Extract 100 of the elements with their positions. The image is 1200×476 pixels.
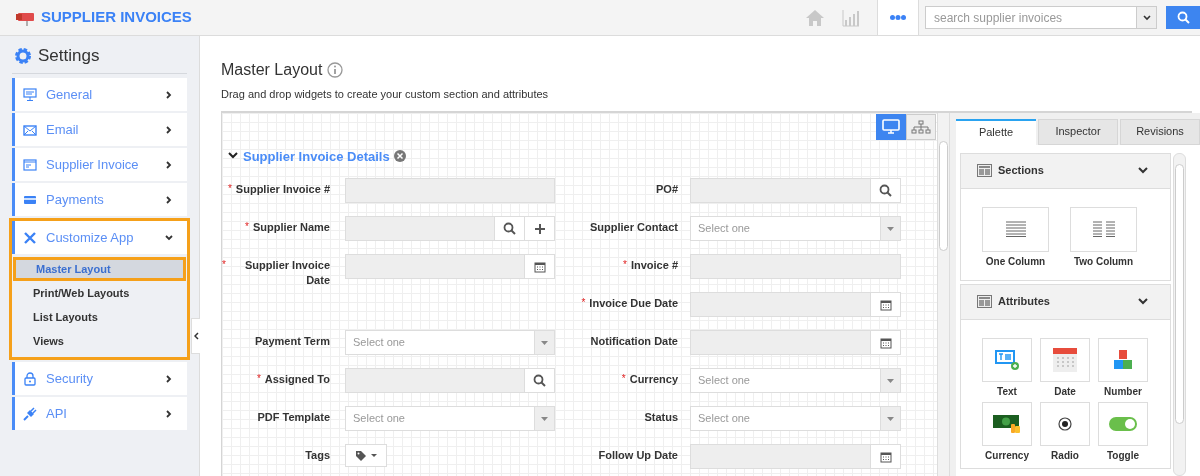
input-field[interactable] bbox=[345, 178, 555, 203]
widget-label: Currency bbox=[985, 449, 1029, 462]
input-field[interactable] bbox=[345, 216, 555, 241]
sidebar-title: Settings bbox=[38, 44, 100, 67]
widget-tile[interactable] bbox=[1040, 401, 1090, 446]
sidebar-item[interactable]: Customize App bbox=[12, 221, 187, 254]
input-field[interactable] bbox=[345, 368, 555, 393]
widget-tile[interactable] bbox=[982, 206, 1049, 252]
select-field[interactable]: Select one bbox=[690, 406, 901, 431]
chevron-right-icon bbox=[165, 160, 173, 169]
close-icon bbox=[393, 150, 406, 163]
section-title: Supplier Invoice Details bbox=[243, 147, 390, 166]
required-mark: * bbox=[256, 372, 261, 386]
chevron-right-icon bbox=[165, 90, 173, 99]
calendar-button[interactable] bbox=[870, 445, 900, 468]
chevron-down-icon bbox=[1138, 298, 1148, 305]
widget-label: Two Column bbox=[1073, 255, 1134, 268]
widget-tile[interactable] bbox=[1070, 206, 1137, 252]
submenu-item[interactable]: Master Layout bbox=[13, 257, 186, 281]
submenu-item[interactable]: List Layouts bbox=[13, 305, 186, 329]
caret-icon bbox=[541, 416, 548, 421]
add-button[interactable] bbox=[524, 217, 554, 240]
calendar-button[interactable] bbox=[870, 293, 900, 316]
palette-group-header[interactable]: Sections bbox=[961, 153, 1170, 189]
search-icon bbox=[879, 184, 892, 197]
required-mark: * bbox=[222, 258, 226, 272]
desktop-view-button[interactable] bbox=[876, 113, 906, 140]
sidebar-item[interactable]: Payments bbox=[12, 183, 187, 216]
calendar-button[interactable] bbox=[870, 331, 900, 354]
widget-tile[interactable] bbox=[1040, 337, 1090, 382]
widget-label: Text bbox=[997, 385, 1017, 398]
tree-view-button[interactable] bbox=[906, 113, 936, 140]
palette-group-header[interactable]: Attributes bbox=[961, 284, 1170, 320]
calendar-button[interactable] bbox=[524, 255, 554, 278]
scrollbar[interactable] bbox=[938, 112, 950, 476]
panel-tab[interactable]: Revisions bbox=[1120, 118, 1200, 145]
chevron-down-icon bbox=[165, 233, 173, 242]
chevron-right-icon bbox=[165, 195, 173, 204]
widget-label: One Column bbox=[985, 255, 1046, 268]
tools-icon bbox=[23, 230, 37, 245]
search-button[interactable] bbox=[524, 369, 554, 392]
submenu-item[interactable]: Views bbox=[13, 329, 186, 353]
widget-tile[interactable] bbox=[982, 401, 1032, 446]
input-field[interactable] bbox=[690, 330, 901, 355]
calendar-icon bbox=[1053, 347, 1077, 372]
panel-tab[interactable]: Inspector bbox=[1038, 118, 1118, 145]
field-label: Assigned To bbox=[264, 372, 330, 387]
lock-icon bbox=[23, 371, 37, 386]
sidebar-item[interactable]: Supplier Invoice bbox=[12, 148, 187, 181]
monitor-icon bbox=[23, 87, 37, 102]
document-icon bbox=[23, 157, 37, 172]
tags-button[interactable] bbox=[345, 444, 387, 467]
calendar-icon bbox=[879, 336, 892, 349]
dropdown-button[interactable] bbox=[1137, 6, 1157, 29]
widget-label: Date bbox=[1054, 385, 1076, 398]
sidebar-item[interactable]: General bbox=[12, 78, 187, 111]
collapse-handle[interactable] bbox=[191, 318, 200, 354]
input-field[interactable] bbox=[690, 254, 901, 279]
field-label: Currency bbox=[629, 372, 678, 387]
required-mark: * bbox=[621, 372, 626, 386]
more-button[interactable] bbox=[877, 0, 919, 35]
widget-tile[interactable] bbox=[1098, 337, 1148, 382]
field-label: Tags bbox=[304, 448, 330, 463]
hierarchy-icon bbox=[911, 119, 931, 134]
chevron-right-icon bbox=[165, 125, 173, 134]
field-label: Supplier Contact bbox=[589, 220, 678, 235]
field-label: Status bbox=[643, 410, 678, 425]
sidebar-item[interactable]: Email bbox=[12, 113, 187, 146]
radio-icon bbox=[1058, 416, 1072, 431]
submenu-item[interactable]: Print/Web Layouts bbox=[13, 281, 186, 305]
search-icon bbox=[1176, 11, 1190, 24]
sidebar-item[interactable]: Security bbox=[12, 362, 187, 395]
chevron-left-icon bbox=[193, 332, 199, 340]
required-mark: * bbox=[227, 182, 232, 196]
field-label: Supplier Name bbox=[252, 220, 330, 235]
plus-icon bbox=[534, 223, 545, 234]
widget-tile[interactable] bbox=[1098, 401, 1148, 446]
scrollbar[interactable] bbox=[1173, 152, 1186, 476]
search-button[interactable] bbox=[1166, 6, 1200, 29]
search-button[interactable] bbox=[870, 179, 900, 202]
envelope-icon bbox=[23, 122, 37, 137]
toggle-icon bbox=[1109, 416, 1137, 431]
input-field[interactable] bbox=[345, 254, 555, 279]
calendar-icon bbox=[879, 450, 892, 463]
select-field[interactable]: Select one bbox=[345, 406, 555, 431]
sidebar-item[interactable]: API bbox=[12, 397, 187, 430]
select-field[interactable]: Select one bbox=[345, 330, 555, 355]
input-field[interactable] bbox=[690, 292, 901, 317]
select-field[interactable]: Select one bbox=[690, 216, 901, 241]
field-label: PDF Template bbox=[256, 410, 330, 425]
input-field[interactable] bbox=[690, 178, 901, 203]
search-button[interactable] bbox=[494, 217, 524, 240]
text-lines-icon bbox=[1005, 221, 1026, 237]
select-field[interactable]: Select one bbox=[690, 368, 901, 393]
panel-tab[interactable]: Palette bbox=[956, 118, 1036, 145]
chevron-down-icon bbox=[1138, 167, 1148, 174]
input-field[interactable] bbox=[690, 444, 901, 469]
field-label: Notification Date bbox=[589, 334, 678, 349]
widget-tile[interactable] bbox=[982, 337, 1032, 382]
search-field[interactable]: search supplier invoices bbox=[925, 6, 1137, 29]
